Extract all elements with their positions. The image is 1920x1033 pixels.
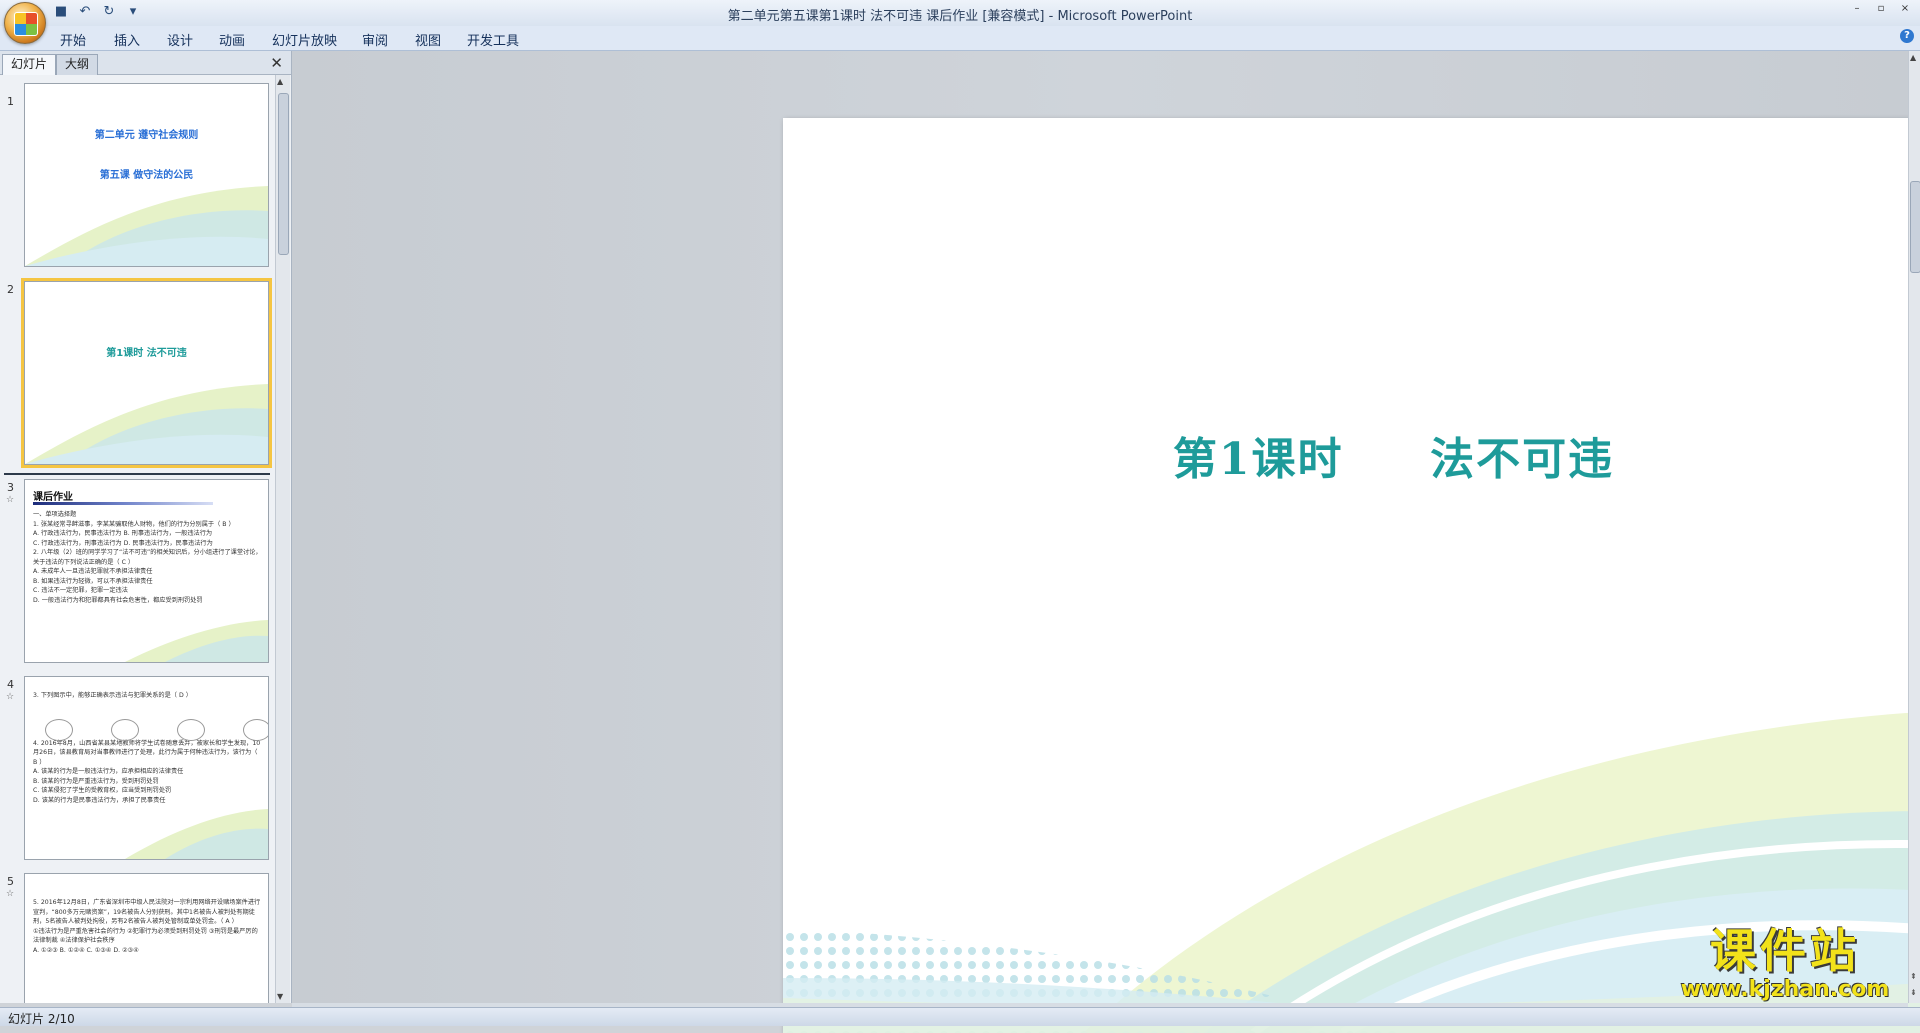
- thumb-title: 第1课时 法不可违: [106, 348, 187, 359]
- thumb-heading: 课后作业: [33, 492, 73, 503]
- slide-number: 5: [7, 875, 14, 888]
- thumb-title: 第二单元 遵守社会规则: [94, 130, 199, 141]
- thumb-wave-decoration: [25, 384, 268, 464]
- tab-review[interactable]: 审阅: [362, 30, 388, 49]
- slide-counter: 幻灯片 2/10: [8, 1012, 75, 1026]
- heading-bar: [33, 502, 213, 505]
- watermark-url: www.kjzhan.com: [1680, 977, 1890, 1002]
- panel-divider: [4, 473, 270, 475]
- window-controls: – ▫ ×: [1846, 2, 1916, 16]
- thumb-wave-decoration: [125, 809, 268, 859]
- current-slide[interactable]: 第1课时 法不可违: [783, 118, 1920, 1033]
- watermark-logo: 课件站 www.kjzhan.com: [1670, 925, 1900, 1002]
- tab-outline[interactable]: 大纲: [56, 54, 99, 75]
- tab-view[interactable]: 视图: [415, 30, 441, 49]
- slide-thumbnail-3[interactable]: 课后作业 一、单项选择题 1. 张某经常寻衅滋事，李某某骗取他人财物，他们的行为…: [24, 479, 269, 663]
- scroll-thumb[interactable]: [1910, 181, 1920, 273]
- slide-thumbnail-1[interactable]: 第二单元 遵守社会规则 第五课 做守法的公民: [24, 83, 269, 267]
- thumb-wave-decoration: [25, 186, 268, 266]
- panel-tabs: 幻灯片 大纲 ✕: [0, 51, 291, 75]
- status-bar: 幻灯片 2/10: [0, 1007, 1920, 1026]
- help-icon[interactable]: ?: [1900, 29, 1914, 43]
- slide-title-part-1: 第1课时: [1172, 434, 1344, 485]
- next-slide-icon[interactable]: ⇟: [1910, 988, 1917, 997]
- close-icon[interactable]: ✕: [270, 54, 283, 72]
- office-button[interactable]: [4, 2, 46, 44]
- scroll-up-icon[interactable]: ▲: [1910, 53, 1916, 62]
- slide-number: 1: [7, 95, 14, 108]
- minimize-button[interactable]: –: [1846, 2, 1868, 16]
- animation-star-icon: ☆: [6, 692, 15, 702]
- slide-thumbnail-5[interactable]: 5. 2016年12月8日，广东省深圳市中级人民法院对一宗利用网络开设赌场案件进…: [24, 873, 269, 1003]
- slide-number: 3: [7, 481, 14, 494]
- ribbon-tabs: 开始 插入 设计 动画 幻灯片放映 审阅 视图 开发工具: [0, 26, 1920, 51]
- slide-thumbnail-2[interactable]: 第1课时 法不可违: [21, 278, 272, 468]
- slide-thumbnail-4[interactable]: 3. 下列图示中，能够正确表示违法与犯罪关系的是（ D ） 4. 2016年8月…: [24, 676, 269, 860]
- slide-title[interactable]: 第1课时 法不可违: [783, 423, 1920, 487]
- window-title: 第二单元第五课第1课时 法不可违 课后作业 [兼容模式] - Microsoft…: [727, 9, 1193, 24]
- slides-panel: 幻灯片 大纲 ✕ 1 第二单元 遵守社会规则 第五课 做守法的公民 2 第1课时…: [0, 51, 292, 1003]
- scroll-thumb[interactable]: [278, 93, 289, 255]
- office-logo-icon: [14, 12, 38, 36]
- thumb-wave-decoration: [125, 620, 268, 662]
- slide-number: 4: [7, 678, 14, 691]
- tab-slideshow[interactable]: 幻灯片放映: [272, 30, 337, 49]
- slide-title-part-2: 法不可违: [1430, 434, 1615, 485]
- close-button[interactable]: ×: [1894, 2, 1916, 16]
- watermark-brand: 课件站: [1710, 924, 1860, 978]
- title-bar: ■ ↶ ↻ ▾ 第二单元第五课第1课时 法不可违 课后作业 [兼容模式] - M…: [0, 0, 1920, 27]
- previous-slide-icon[interactable]: ⇞: [1910, 972, 1917, 981]
- diagram-circles: [45, 719, 268, 741]
- thumb-body: 5. 2016年12月8日，广东省深圳市中级人民法院对一宗利用网络开设赌场案件进…: [33, 899, 261, 954]
- thumb-body: 一、单项选择题 1. 张某经常寻衅滋事，李某某骗取他人财物，他们的行为分别属于（…: [33, 511, 262, 604]
- maximize-button[interactable]: ▫: [1870, 2, 1892, 16]
- scroll-up-icon[interactable]: ▲: [277, 77, 283, 86]
- tab-developer[interactable]: 开发工具: [467, 30, 519, 49]
- tab-animations[interactable]: 动画: [219, 30, 245, 49]
- tab-home[interactable]: 开始: [60, 30, 86, 49]
- tab-insert[interactable]: 插入: [114, 30, 140, 49]
- thumbnail-list: 1 第二单元 遵守社会规则 第五课 做守法的公民 2 第1课时 法不可违 3 ☆: [0, 75, 274, 1003]
- animation-star-icon: ☆: [6, 495, 15, 505]
- tab-design[interactable]: 设计: [167, 30, 193, 49]
- slide-editor: 第1课时 法不可违: [292, 51, 1920, 1033]
- thumb-body: 3. 下列图示中，能够正确表示违法与犯罪关系的是（ D ） 4. 2016年8月…: [33, 692, 261, 804]
- panel-scrollbar[interactable]: ▲ ▼: [275, 75, 290, 1003]
- tab-slides[interactable]: 幻灯片: [2, 54, 57, 75]
- editor-scrollbar[interactable]: ▲ ⇞ ⇟: [1908, 51, 1920, 1003]
- scroll-down-icon[interactable]: ▼: [277, 992, 283, 1001]
- slide-number: 2: [7, 283, 14, 296]
- animation-star-icon: ☆: [6, 889, 15, 899]
